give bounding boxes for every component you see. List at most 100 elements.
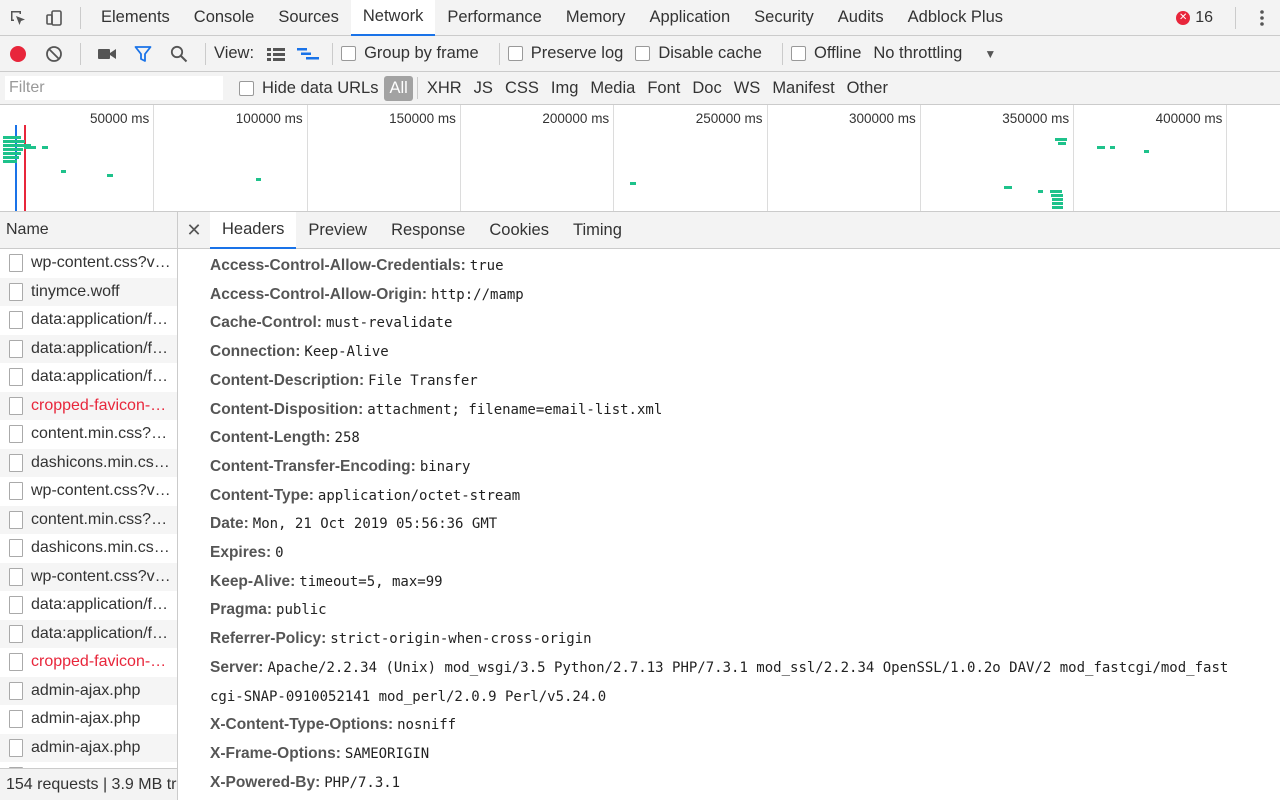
offline-label: Offline (813, 44, 862, 62)
tab-sources[interactable]: Sources (266, 0, 351, 36)
network-overview[interactable]: 50000 ms 100000 ms 150000 ms 200000 ms 25000… (0, 105, 1280, 212)
detail-tab-cookies[interactable]: Cookies (477, 212, 561, 249)
capture-screenshots-button[interactable] (89, 36, 125, 72)
request-summary: 154 requests | 3.9 MB transferred (6, 775, 177, 793)
tab-memory[interactable]: Memory (554, 0, 638, 36)
tab-console[interactable]: Console (182, 0, 267, 36)
hide-data-urls-toggle[interactable]: Hide data URLs (239, 79, 378, 98)
tab-adblock-plus[interactable]: Adblock Plus (896, 0, 1015, 36)
timeline-request-bar (107, 174, 113, 177)
request-row[interactable]: content.min.css?ver=5.2.4 (0, 505, 177, 534)
request-row[interactable]: content.min.css?ver=5.2.4 (0, 420, 177, 449)
request-row[interactable]: dashicons.min.css?ver=5.2.4 (0, 448, 177, 477)
preserve-log-toggle[interactable]: Preserve log (507, 44, 624, 63)
filter-input[interactable] (5, 76, 223, 100)
file-icon (9, 710, 23, 729)
request-row[interactable]: data:application/font-woff (0, 363, 177, 392)
timeline-gridline (766, 105, 768, 211)
tab-elements[interactable]: Elements (89, 0, 182, 36)
divider (416, 77, 418, 99)
offline-toggle[interactable]: Offline (790, 44, 862, 63)
request-row[interactable]: data:application/font-woff (0, 334, 177, 363)
request-row[interactable]: wp-content.css?ver=5.2.4 (0, 249, 177, 278)
disable-cache-checkbox[interactable] (635, 46, 651, 61)
offline-checkbox[interactable] (790, 46, 806, 61)
throttling-value: No throttling (873, 44, 963, 62)
filter-type-img[interactable]: Img (546, 76, 584, 101)
file-icon (9, 510, 23, 529)
tab-audits[interactable]: Audits (826, 0, 896, 36)
request-row[interactable]: data:application/font-woff (0, 306, 177, 335)
divider (498, 42, 500, 65)
preserve-log-label: Preserve log (530, 44, 624, 62)
request-name: dashicons.min.css?ver=5.2.4 (31, 453, 173, 471)
request-row[interactable]: dashicons.min.css?ver=5.2.4 (0, 534, 177, 563)
request-row[interactable]: wp-content.css?ver=5.2.4 (0, 477, 177, 506)
preserve-log-checkbox[interactable] (507, 46, 523, 61)
disable-cache-toggle[interactable]: Disable cache (635, 44, 762, 63)
request-row[interactable]: data:application/font-woff (0, 591, 177, 620)
large-rows-button[interactable] (260, 36, 292, 72)
search-button[interactable] (161, 36, 197, 72)
detail-tab-timing[interactable]: Timing (561, 212, 634, 249)
timeline-request-bar (1052, 198, 1063, 201)
timeline-request-bar (1004, 186, 1012, 189)
request-name: data:application/font-woff (31, 339, 173, 357)
request-row[interactable]: admin-ajax.php (0, 676, 177, 705)
request-name: wp-content.css?ver=5.2.4 (31, 482, 173, 500)
filter-type-xhr[interactable]: XHR (422, 76, 467, 101)
record-button[interactable] (0, 36, 36, 72)
filter-type-media[interactable]: Media (585, 76, 640, 101)
filter-type-all[interactable]: All (384, 75, 413, 101)
filter-type-font[interactable]: Font (642, 76, 685, 101)
tab-application[interactable]: Application (637, 0, 742, 36)
group-by-frame-checkbox[interactable] (341, 46, 357, 61)
name-column-header[interactable]: Name (0, 212, 177, 249)
header-name: Content-Disposition: (210, 400, 364, 418)
request-name: dashicons.min.css?ver=5.2.4 (31, 539, 173, 557)
filter-type-other[interactable]: Other (842, 76, 893, 101)
filter-type-manifest[interactable]: Manifest (767, 76, 839, 101)
header-name: X-Frame-Options: (210, 744, 341, 762)
tab-network[interactable]: Network (350, 0, 436, 36)
request-row[interactable]: tinymce.woff (0, 277, 177, 306)
hide-data-urls-checkbox[interactable] (239, 80, 254, 96)
filter-icon (134, 45, 152, 62)
header-row: Content-Length: 258 (210, 424, 1280, 453)
detail-tab-response[interactable]: Response (379, 212, 477, 249)
detail-tab-headers[interactable]: Headers (210, 212, 297, 249)
filter-toggle-button[interactable] (125, 36, 161, 72)
status-bar: 154 requests | 3.9 MB transferred (0, 768, 177, 800)
request-row[interactable]: wp-content.css?ver=5.2.4 (0, 562, 177, 591)
header-name: Cache-Control: (210, 314, 322, 332)
timeline-gridline (613, 105, 615, 211)
request-list: wp-content.css?ver=5.2.4 tinymce.woff data… (0, 249, 177, 769)
request-row[interactable]: cropped-favicon-32x32.png (0, 391, 177, 420)
waterfall-overview-button[interactable] (292, 36, 324, 72)
more-options-icon[interactable] (1244, 0, 1280, 36)
filter-type-doc[interactable]: Doc (687, 76, 726, 101)
device-toolbar-icon[interactable] (36, 0, 72, 36)
throttling-select[interactable]: No throttling ▼ (873, 44, 996, 63)
detail-tab-preview[interactable]: Preview (296, 212, 379, 249)
header-row: Referrer-Policy: strict-origin-when-cross… (210, 625, 1280, 654)
inspect-element-icon[interactable] (0, 0, 36, 36)
tab-security[interactable]: Security (742, 0, 826, 36)
search-icon (170, 45, 188, 62)
header-row: Server: Apache/2.2.34 (Unix) mod_wsgi/3.5… (210, 654, 1280, 683)
request-row[interactable]: data:application/font-woff (0, 619, 177, 648)
filter-type-css[interactable]: CSS (500, 76, 544, 101)
clear-button[interactable] (36, 36, 72, 72)
error-counter[interactable]: ✕ 16 (1176, 9, 1213, 27)
hide-data-urls-label: Hide data URLs (262, 78, 379, 97)
request-row[interactable]: admin-ajax.php (0, 705, 177, 734)
request-row[interactable]: cropped-favicon-32x32.png (0, 648, 177, 677)
close-details-icon[interactable]: ✕ (178, 212, 210, 249)
tab-performance[interactable]: Performance (435, 0, 553, 36)
request-row[interactable]: admin-ajax.php (0, 733, 177, 762)
filter-type-js[interactable]: JS (469, 76, 498, 101)
timeline-request-bar (630, 182, 636, 185)
group-by-frame-toggle[interactable]: Group by frame (341, 44, 479, 63)
filter-type-ws[interactable]: WS (729, 76, 766, 101)
divider (781, 42, 783, 65)
